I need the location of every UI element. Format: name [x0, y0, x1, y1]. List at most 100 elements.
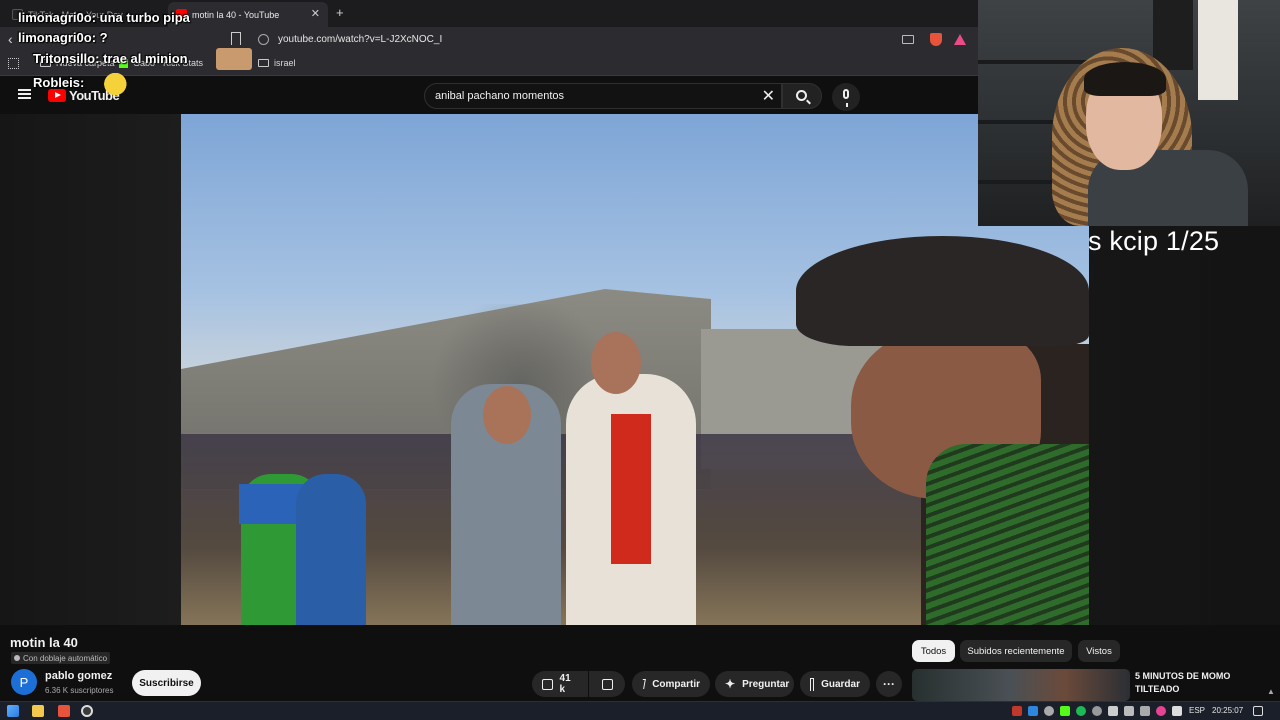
- address-bar: ‹ youtube.com/watch?v=L-J2XcNOC_I: [0, 27, 978, 52]
- search-button[interactable]: [782, 83, 822, 109]
- person-blanket-head: [591, 332, 641, 394]
- microphone-tray-icon[interactable]: [1172, 706, 1182, 716]
- folder-icon: [258, 59, 269, 67]
- tray-app-icon[interactable]: [1092, 706, 1102, 716]
- subscribe-button[interactable]: Suscribirse: [132, 670, 201, 696]
- channel-name[interactable]: pablo gomez: [45, 670, 112, 682]
- youtube-logo-icon[interactable]: [48, 89, 66, 102]
- dubbing-label: Con doblaje automático: [23, 653, 108, 663]
- streamer-hair: [1084, 62, 1166, 96]
- file-explorer-icon[interactable]: [32, 705, 44, 717]
- more-actions-button[interactable]: ···: [876, 671, 902, 697]
- bookmark-israel[interactable]: israel: [258, 58, 296, 68]
- menu-icon[interactable]: [18, 89, 31, 99]
- search-box[interactable]: anibal pachano momentos ✕: [424, 83, 782, 109]
- like-count: 41 k: [559, 673, 571, 695]
- clear-search-icon[interactable]: ✕: [762, 86, 775, 106]
- chat-text: trae al minion: [103, 51, 188, 66]
- thumbs-up-icon: [542, 678, 553, 690]
- voice-search-button[interactable]: [832, 83, 860, 111]
- language-indicator[interactable]: ESP: [1189, 706, 1205, 715]
- minion-emote-icon: [90, 73, 136, 95]
- apps-grid-icon[interactable]: [8, 58, 19, 69]
- url-field[interactable]: youtube.com/watch?v=L-J2XcNOC_I: [278, 34, 442, 45]
- person-blanket-red: [611, 414, 651, 564]
- hanging-shirt-white: [1198, 0, 1238, 100]
- tray-app-icon[interactable]: [1156, 706, 1166, 716]
- chat-message: limonagri0o: ?: [18, 30, 108, 45]
- chat-message: Robleis:: [33, 75, 85, 90]
- screen: TikTok - Make Your Day motin la 40 - You…: [0, 0, 1280, 720]
- search-input[interactable]: anibal pachano momentos: [435, 90, 564, 102]
- thumbs-down-icon: [601, 678, 613, 690]
- tray-app-icon[interactable]: [1028, 706, 1038, 716]
- cat-emote-icon: [216, 48, 252, 70]
- search-icon: [796, 90, 807, 101]
- chat-text: ?: [99, 30, 108, 45]
- chip-watched[interactable]: Vistos: [1078, 640, 1120, 662]
- chat-user: Robleis: [33, 75, 80, 90]
- person-blue: [296, 474, 366, 625]
- video-player[interactable]: [181, 114, 1089, 625]
- recommendation-thumbnail[interactable]: [912, 669, 1130, 701]
- bookmark-icon[interactable]: [231, 32, 241, 45]
- brave-shield-icon[interactable]: [930, 33, 942, 46]
- network-icon[interactable]: [1124, 706, 1134, 716]
- tray-app-icon[interactable]: [1140, 706, 1150, 716]
- tab-label-youtube: motin la 40 - YouTube: [192, 9, 280, 20]
- webcam-feed: [978, 0, 1280, 226]
- chevron-up-icon: ▲: [1267, 687, 1275, 696]
- chip-todos[interactable]: Todos: [912, 640, 955, 662]
- clock[interactable]: 20:25:07: [1212, 706, 1243, 715]
- dubbing-badge: Con doblaje automático: [11, 652, 111, 664]
- volume-icon[interactable]: [1108, 706, 1118, 716]
- notification-icon[interactable]: [1253, 706, 1263, 716]
- share-button[interactable]: Compartir: [632, 671, 710, 697]
- save-button[interactable]: Guardar: [800, 671, 870, 697]
- save-label: Guardar: [821, 678, 860, 690]
- like-button[interactable]: 41 k: [532, 671, 588, 697]
- ask-label: Preguntar: [742, 678, 790, 690]
- channel-avatar[interactable]: P: [11, 669, 37, 695]
- video-title: motin la 40: [10, 635, 78, 650]
- tray-kick-icon[interactable]: [1060, 706, 1070, 716]
- bookmark-label: israel: [274, 58, 296, 68]
- share-icon: [641, 679, 647, 689]
- chat-user: limonagri0o: [18, 30, 92, 45]
- cast-icon[interactable]: [902, 35, 914, 44]
- chat-text: una turbo pipa: [99, 10, 190, 25]
- brave-browser-icon[interactable]: [58, 705, 70, 717]
- hanging-shirt-dark: [1153, 0, 1193, 70]
- microphone-icon: [843, 89, 849, 107]
- sparkle-icon: ✦: [725, 677, 736, 691]
- recommendation-title[interactable]: 5 MINUTOS DE MOMO TILTEADO: [1135, 670, 1255, 696]
- chat-message: Tritonsillo: trae al minion: [33, 51, 188, 66]
- chip-recent[interactable]: Subidos recientemente: [960, 640, 1072, 662]
- person-gray-head: [483, 386, 531, 444]
- save-icon: [810, 677, 815, 691]
- dislike-button[interactable]: [589, 671, 625, 697]
- spotify-icon[interactable]: [1076, 706, 1086, 716]
- obs-icon[interactable]: [81, 705, 93, 717]
- site-info-icon[interactable]: [258, 34, 269, 45]
- chat-user: Tritonsillo: [33, 51, 96, 66]
- headset-icon[interactable]: [1044, 706, 1054, 716]
- foreground-man-cap: [796, 236, 1089, 346]
- share-label: Compartir: [652, 678, 700, 690]
- person-icon: [14, 655, 20, 661]
- chat-message: limonagri0o: una turbo pipa: [18, 10, 190, 25]
- new-tab-button[interactable]: +: [336, 5, 344, 20]
- youtube-header: YouTube anibal pachano momentos ✕: [0, 76, 978, 114]
- subscriber-count: 6.36 K suscriptores: [45, 686, 114, 695]
- tray-app-icon[interactable]: [1012, 706, 1022, 716]
- ask-button[interactable]: ✦ Preguntar: [715, 671, 794, 697]
- windows-taskbar: ESP 20:25:07: [0, 701, 1280, 720]
- back-arrow-icon[interactable]: ‹: [8, 31, 13, 47]
- windows-start-icon[interactable]: [7, 705, 19, 717]
- stream-overlay-text: s kcip 1/25: [1088, 226, 1220, 256]
- close-tab-icon[interactable]: ✕: [311, 7, 320, 20]
- brave-rewards-icon[interactable]: [954, 34, 966, 45]
- tab-youtube[interactable]: motin la 40 - YouTube ✕: [168, 2, 328, 27]
- chat-user: limonagri0o: [18, 10, 92, 25]
- foreground-man-scarf: [926, 444, 1089, 625]
